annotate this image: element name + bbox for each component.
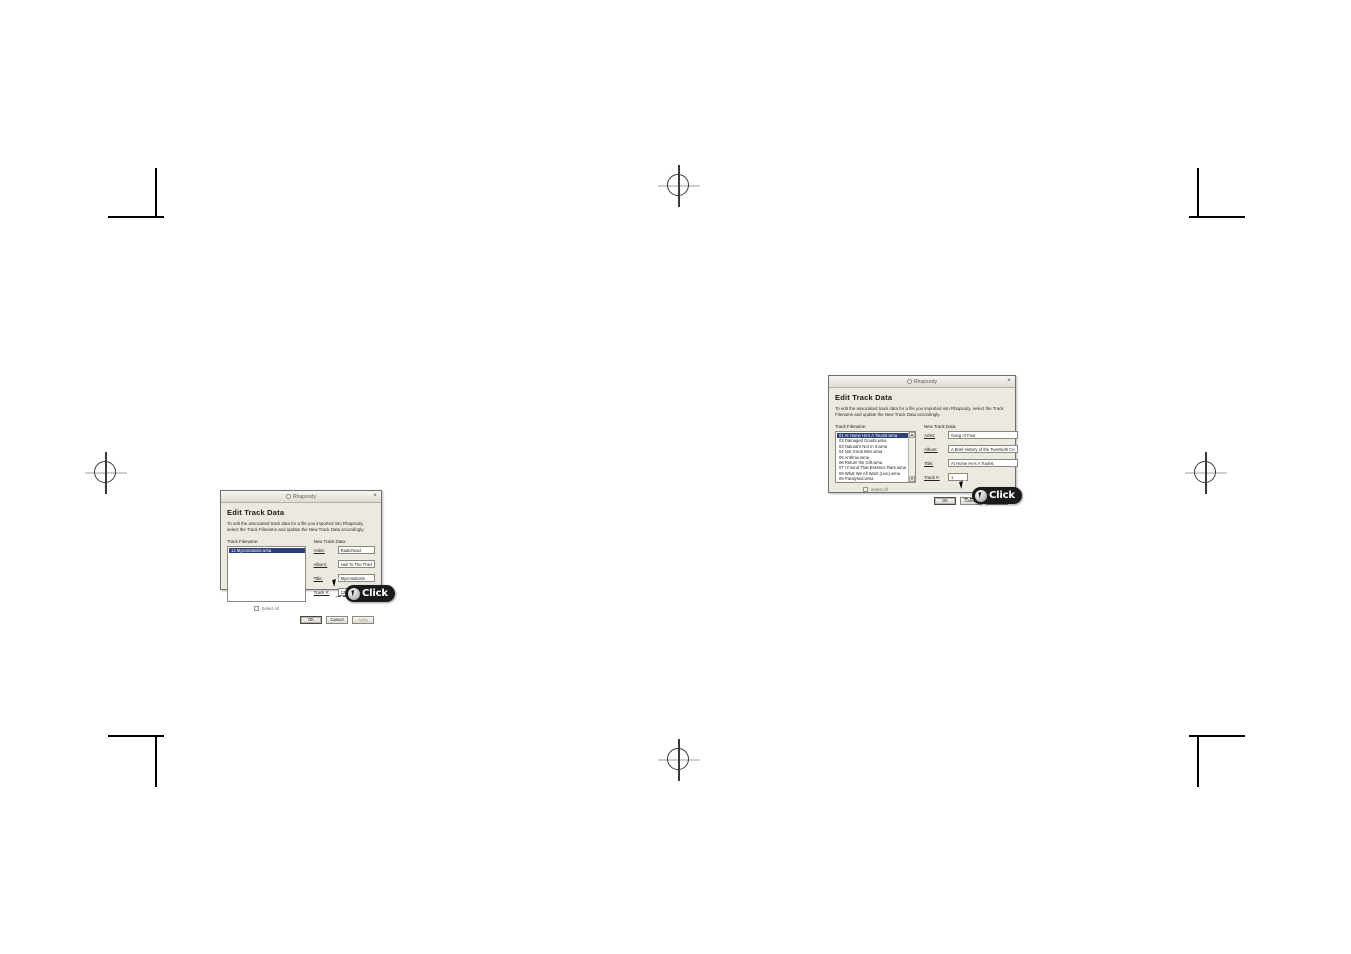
cancel-button[interactable]: Cancel: [326, 616, 348, 624]
select-all-checkbox[interactable]: [253, 606, 259, 611]
crop-mark-bottom-right-vertical: [1197, 737, 1199, 787]
artist-field[interactable]: Gang of Four: [947, 431, 1018, 439]
album-row: Album: A Brief History of the Twentieth …: [924, 445, 1018, 453]
track-list-scrollbar[interactable]: ▲ ▼: [907, 432, 915, 482]
new-track-data-label: New Track Data:: [923, 424, 957, 429]
click-callout-badge-right: Click: [972, 487, 1022, 504]
crop-mark-top-right-vertical: [1197, 168, 1199, 218]
track-filename-listbox[interactable]: 12 Myxomatosis.wma: [227, 546, 306, 602]
album-field[interactable]: Hail To The Thief: [337, 560, 375, 568]
ok-button[interactable]: OK: [300, 616, 322, 624]
title-label: Title:: [923, 460, 934, 466]
registration-ring: [667, 174, 689, 196]
track-filename-label: Track Filename:: [835, 424, 867, 429]
title-row: Title: At Home He's A Tourist: [924, 459, 1018, 467]
new-track-data-form: Artist: Gang of Four Album: A Brief Hist…: [924, 431, 1018, 481]
track-filename-label: Track Filename:: [227, 539, 259, 544]
app-title: Rhapsody: [292, 493, 317, 500]
apply-button: Apply: [352, 616, 374, 624]
close-icon[interactable]: ×: [371, 492, 379, 500]
dialog-heading: Edit Track Data: [227, 508, 285, 517]
ok-button[interactable]: OK: [934, 497, 956, 505]
track-filename-column: Track Filename: 12 Myxomatosis.wma Selec…: [227, 539, 306, 611]
artist-label: Artist:: [923, 432, 936, 438]
dialog-body: Edit Track Data To edit the associated t…: [221, 503, 381, 629]
app-title: Rhapsody: [913, 378, 938, 385]
title-row: Title: Myxomatosis: [314, 574, 375, 582]
album-label: Album:: [923, 446, 938, 452]
dialog-titlebar[interactable]: Rhapsody ×: [221, 491, 381, 503]
registration-target-right: [1185, 452, 1227, 494]
dialog-columns: Track Filename: 01 At Home He's A Touris…: [835, 424, 1018, 492]
track-filename-list-items[interactable]: 12 Myxomatosis.wma: [228, 547, 305, 601]
rhapsody-logo-icon: [285, 494, 291, 499]
album-row: Album: Hail To The Thief: [314, 560, 375, 568]
artist-field[interactable]: Radiohead: [337, 546, 375, 554]
new-track-data-label: New Track Data:: [313, 539, 347, 544]
close-icon[interactable]: ×: [1005, 377, 1013, 385]
track-number-label: Track #:: [923, 474, 940, 480]
crop-mark-bottom-left-vertical: [155, 737, 157, 787]
album-label: Album:: [313, 561, 328, 567]
select-all-row[interactable]: Select All: [835, 487, 916, 492]
track-filename-list-items[interactable]: 01 At Home He's A Tourist.wma 02 Damaged…: [836, 432, 908, 482]
select-all-checkbox[interactable]: [862, 487, 868, 492]
list-item[interactable]: 09 Paralysed.wma: [837, 476, 908, 481]
artist-row: Artist: Radiohead: [314, 546, 375, 554]
dialog-description: To edit the associated track data for a …: [835, 406, 1004, 417]
registration-target-left: [85, 452, 127, 494]
artist-row: Artist: Gang of Four: [924, 431, 1018, 439]
registration-ring: [667, 748, 689, 770]
click-callout-badge-left: Click: [345, 585, 395, 602]
edit-track-data-dialog-right[interactable]: Rhapsody × Edit Track Data To edit the a…: [828, 375, 1018, 505]
track-number-label: Track #:: [313, 589, 330, 595]
track-filename-listbox[interactable]: 01 At Home He's A Tourist.wma 02 Damaged…: [835, 431, 916, 483]
dialog-heading: Edit Track Data: [835, 393, 893, 402]
app-brand: Rhapsody: [285, 493, 317, 500]
dialog-description: To edit the associated track data for a …: [227, 521, 365, 532]
registration-ring: [94, 461, 116, 483]
registration-target-top: [658, 165, 700, 207]
select-all-label: Select All: [870, 487, 889, 492]
crop-mark-top-left-vertical: [155, 168, 157, 218]
new-track-data-column: New Track Data: Artist: Gang of Four Alb…: [924, 424, 1018, 492]
click-mouse-icon: [975, 489, 987, 502]
track-number-row: Track #: 1: [924, 473, 1018, 481]
track-filename-column: Track Filename: 01 At Home He's A Touris…: [835, 424, 916, 492]
rhapsody-logo-icon: [906, 379, 912, 384]
app-brand: Rhapsody: [906, 378, 938, 385]
registration-target-bottom: [658, 739, 700, 781]
album-field[interactable]: A Brief History of the Twentieth Ce: [947, 445, 1018, 453]
select-all-row[interactable]: Select All: [227, 606, 306, 611]
dialog-button-bar: OK Cancel Apply: [227, 616, 375, 624]
click-callout-label: Click: [989, 490, 1015, 501]
scroll-down-arrow-icon[interactable]: ▼: [908, 476, 915, 482]
list-item[interactable]: 12 Myxomatosis.wma: [229, 548, 305, 554]
registration-ring: [1194, 461, 1216, 483]
title-field[interactable]: Myxomatosis: [337, 574, 375, 582]
title-field[interactable]: At Home He's A Tourist: [947, 459, 1018, 467]
artist-label: Artist:: [313, 547, 325, 553]
click-callout-label: Click: [362, 588, 388, 599]
select-all-label: Select All: [261, 606, 279, 611]
click-mouse-icon: [348, 587, 360, 600]
scrollbar-thumb[interactable]: [908, 438, 915, 476]
edit-track-data-dialog-left[interactable]: Rhapsody × Edit Track Data To edit the a…: [220, 490, 382, 624]
dialog-titlebar[interactable]: Rhapsody ×: [829, 376, 1015, 388]
